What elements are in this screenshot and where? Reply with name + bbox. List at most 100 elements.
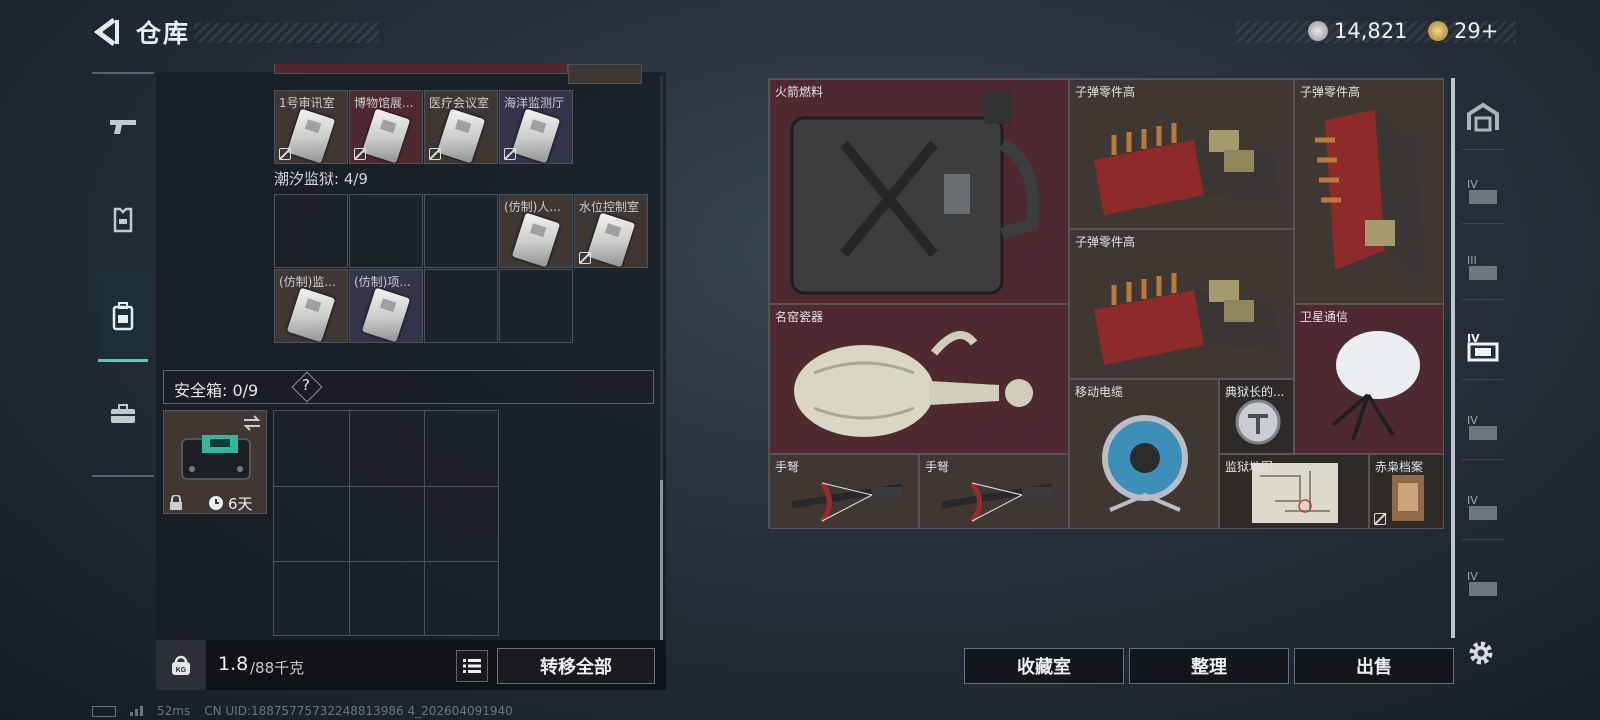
key-card-slot[interactable]: 1号审讯室	[274, 90, 348, 164]
item-bullet-parts[interactable]: 子弹零件高	[1294, 79, 1444, 304]
storage-tier-icon: IV	[1467, 178, 1497, 204]
garage-icon	[1467, 102, 1499, 131]
key-card-label: (仿制)人...	[504, 200, 561, 214]
crossbow-icon	[941, 481, 1053, 523]
nav-weapon[interactable]	[100, 86, 146, 166]
clipped-row	[274, 64, 568, 74]
tide-prison-label: 潮汐监狱: 4/9	[274, 170, 368, 188]
battery-icon	[92, 705, 116, 717]
crossbow-icon	[791, 481, 903, 523]
item-label: 手弩	[775, 460, 800, 474]
item-label: 监狱地图	[1225, 460, 1274, 474]
empty-slot[interactable]	[424, 194, 498, 268]
key-card-slot[interactable]: (仿制)项...	[349, 269, 423, 343]
empty-slot[interactable]	[499, 269, 573, 343]
key-card-slot[interactable]: (仿制)监...	[274, 269, 348, 343]
weapon-icon	[110, 120, 136, 134]
item-label: 移动电缆	[1075, 385, 1124, 399]
nav-armor[interactable]	[100, 180, 146, 260]
tab-storage-iv-2[interactable]: IV	[1462, 314, 1504, 380]
clipped-slot	[568, 64, 642, 84]
key-card-slot[interactable]: 博物馆展...	[349, 90, 423, 164]
key-card-icon	[361, 108, 411, 164]
key-card-slot[interactable]: (仿制)人...	[499, 194, 573, 268]
tab-storage-iv-5[interactable]: IV	[1462, 550, 1504, 616]
svg-text:IV: IV	[1467, 414, 1478, 427]
svg-text:III: III	[1467, 254, 1477, 267]
silver-amount: 14,821	[1334, 19, 1408, 43]
swap-icon[interactable]	[242, 415, 262, 431]
nav-backpack[interactable]	[98, 272, 148, 362]
item-label: 名窑瓷器	[775, 310, 824, 324]
sell-button[interactable]: 出售	[1294, 648, 1454, 684]
item-famous-porcelain[interactable]: 名窑瓷器	[769, 304, 1069, 454]
item-crossbow[interactable]: 手弩	[919, 454, 1069, 529]
storage-tabs: IV III IV IV IV IV	[1458, 78, 1506, 638]
kettlebell-icon: KG	[172, 655, 190, 675]
status-bar: 52ms CN UID:18875775732248813986 4_20260…	[92, 704, 513, 718]
item-cable[interactable]: 移动电缆	[1069, 379, 1219, 529]
toolbox-icon	[111, 404, 135, 423]
gold-currency[interactable]: 29+	[1428, 19, 1498, 43]
item-rocket-fuel[interactable]: 火箭燃料	[769, 79, 1069, 304]
key-card-label: 博物馆展...	[354, 96, 414, 110]
medal-icon	[1235, 399, 1281, 445]
item-bullet-parts[interactable]: 子弹零件高	[1069, 229, 1294, 379]
ping-text: 52ms	[157, 704, 191, 718]
tab-storage-iii[interactable]: III	[1462, 234, 1504, 300]
key-card-icon	[286, 287, 336, 343]
tab-storage-iv-4[interactable]: IV	[1462, 474, 1504, 540]
item-bullet-parts[interactable]: 子弹零件高	[1069, 79, 1294, 229]
item-label: 子弹零件高	[1300, 85, 1361, 99]
tab-storage-iv-3[interactable]: IV	[1462, 394, 1504, 460]
silver-currency[interactable]: 14,821	[1308, 19, 1407, 43]
storage-tier-icon: IV	[1467, 494, 1497, 520]
tab-garage[interactable]	[1462, 84, 1504, 150]
key-card-slot[interactable]: 水位控制室	[574, 194, 648, 268]
left-category-nav	[92, 72, 154, 477]
back-button[interactable]	[92, 16, 120, 48]
item-prison-map[interactable]: 监狱地图	[1219, 454, 1369, 529]
item-label: 子弹零件高	[1075, 85, 1136, 99]
collection-room-button[interactable]: 收藏室	[964, 648, 1124, 684]
key-card-slot[interactable]: 医疗会议室	[424, 90, 498, 164]
safe-box-grid[interactable]	[273, 410, 499, 636]
key-card-label: 1号审讯室	[279, 96, 335, 110]
transfer-all-button[interactable]: 转移全部	[497, 648, 655, 684]
satellite-dish-icon	[1331, 331, 1420, 441]
item-label: 子弹零件高	[1075, 235, 1136, 249]
item-crossbow[interactable]: 手弩	[769, 454, 919, 529]
safe-box-item[interactable]: 6天	[163, 410, 267, 514]
key-card-icon	[286, 108, 336, 164]
no-trade-icon	[354, 148, 366, 160]
left-scrollbar-thumb[interactable]	[660, 480, 663, 640]
weight-bar: KG 1.8 /88千克 转移全部	[156, 640, 666, 690]
key-card-icon	[436, 108, 486, 164]
list-view-button[interactable]	[456, 650, 488, 682]
safe-box-label: 安全箱: 0/9	[174, 381, 259, 400]
weight-current: 1.8	[218, 653, 249, 675]
key-card-label: 医疗会议室	[429, 96, 490, 110]
key-card-slot[interactable]: 海洋监测厅	[499, 90, 573, 164]
item-label: 赤枭档案	[1375, 460, 1424, 474]
empty-slot[interactable]	[274, 194, 348, 268]
nav-toolbox[interactable]	[100, 374, 146, 454]
key-card-label: (仿制)监...	[279, 275, 336, 289]
signal-icon	[130, 706, 143, 716]
empty-slot[interactable]	[349, 194, 423, 268]
item-medal[interactable]: 典狱长的...	[1219, 379, 1294, 454]
storage-tier-icon: III	[1467, 254, 1497, 280]
right-scrollbar[interactable]	[1451, 78, 1455, 638]
tab-storage-iv-1[interactable]: IV	[1462, 158, 1504, 224]
key-card-label: 海洋监测厅	[504, 96, 565, 110]
organize-button[interactable]: 整理	[1129, 648, 1289, 684]
item-satellite[interactable]: 卫星通信	[1294, 304, 1444, 454]
svg-text:KG: KG	[176, 667, 187, 674]
settings-button[interactable]	[1464, 636, 1498, 670]
clock-icon	[209, 496, 223, 510]
item-red-file[interactable]: 赤枭档案	[1369, 454, 1444, 529]
uid-text: CN UID:18875775732248813986 4_2026040919…	[204, 704, 513, 718]
key-card-icon	[586, 212, 636, 268]
item-label: 卫星通信	[1300, 310, 1349, 324]
empty-slot[interactable]	[424, 269, 498, 343]
